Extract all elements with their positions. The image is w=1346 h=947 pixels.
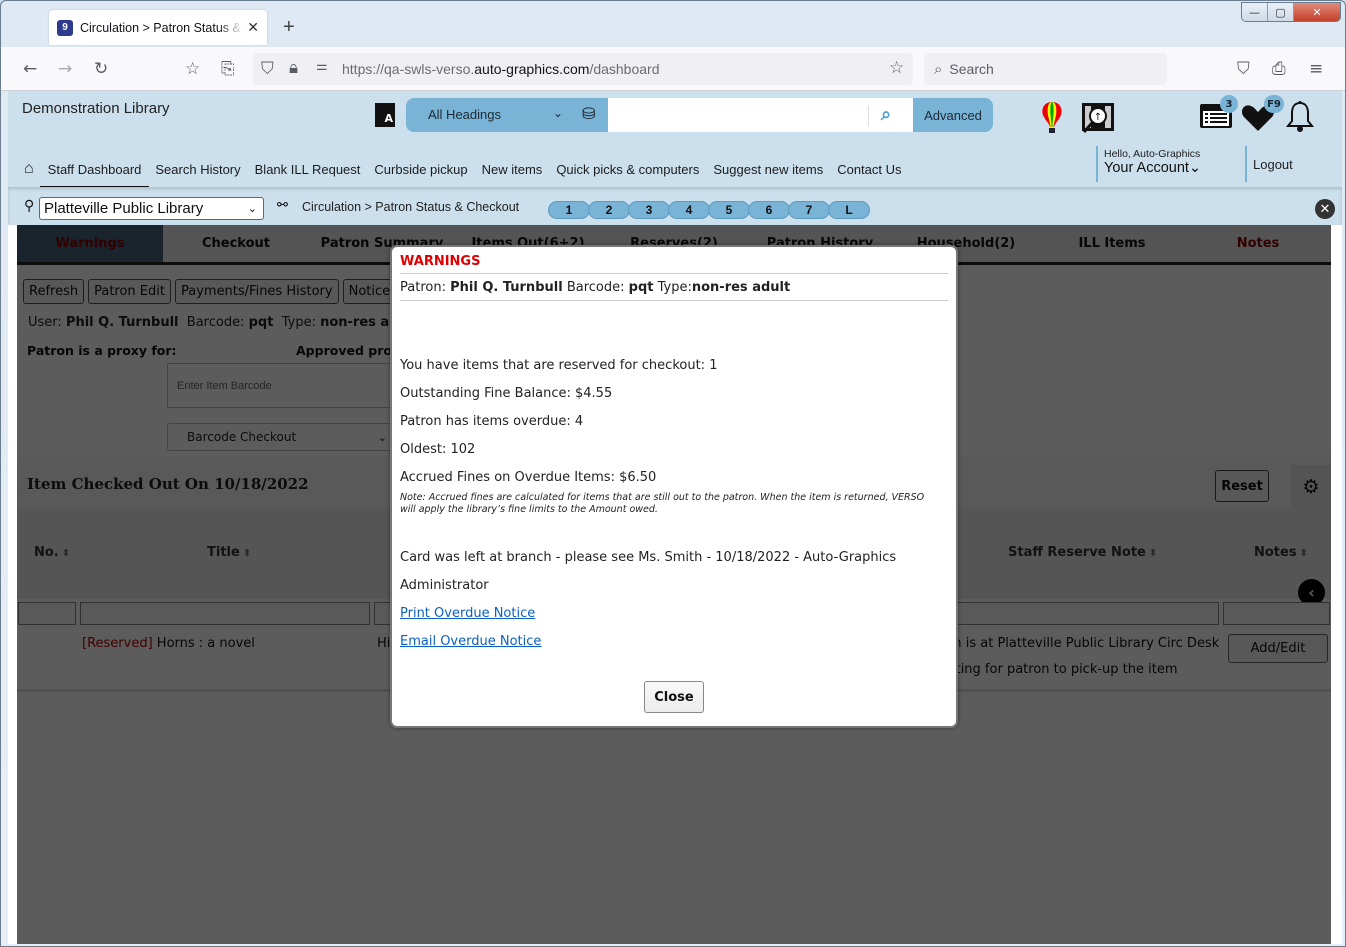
library-name: Demonstration Library [22,100,170,117]
tab-title: Circulation > Patron Status & Checkout [80,20,243,35]
close-tab-icon[interactable]: ✕ [247,19,259,36]
accrued-fines-warning: Accrued Fines on Overdue Items: $6.50 [400,470,657,485]
browser-search-bar[interactable]: ⌕ Search [924,53,1167,85]
advanced-search-button[interactable]: Advanced [913,98,993,132]
patron-label: Patron: [400,280,446,295]
nav-suggest-new-items[interactable]: Suggest new items [713,151,823,187]
oldest-overdue-warning: Oldest: 102 [400,442,476,457]
nav-contact-us[interactable]: Contact Us [837,151,901,187]
fine-balance-warning: Outstanding Fine Balance: $4.55 [400,386,613,401]
browser-navbar: ← → ↻ ☆ ⎘ ⛉ 🔒︎ ⚌ https://qa-swls-verso.a… [1,47,1345,91]
patron-message-line-2: Administrator [400,578,489,593]
share-icon[interactable]: ⎘ [221,59,235,79]
menu-icon[interactable]: ≡ [1309,59,1323,79]
accrued-fines-note: Note: Accrued fines are calculated for i… [400,492,925,515]
close-button[interactable]: Close [644,681,704,713]
logout-link[interactable]: Logout [1245,146,1293,182]
chevron-down-icon: ⌄ [247,203,257,215]
browser-window: 9 Circulation > Patron Status & Checkout… [0,0,1346,947]
session-pill[interactable]: L [828,201,870,219]
modal-title: WARNINGS [400,254,481,269]
main-nav: ⌂ Staff Dashboard Search History Blank I… [8,151,916,189]
favorites-badge: F9 [1264,95,1284,113]
breadcrumb: Circulation > Patron Status & Checkout [302,200,520,214]
browser-titlebar: 9 Circulation > Patron Status & Checkout… [1,1,1345,47]
session-pill[interactable]: 1 [548,201,590,219]
back-icon[interactable]: ← [23,59,37,79]
site-header: Demonstration Library A All Headings ⌄ ⛁… [8,91,1342,189]
window-controls: — ▢ ✕ [1241,2,1341,22]
list-count-badge: 3 [1220,95,1238,113]
nav-curbside-pickup[interactable]: Curbside pickup [374,151,467,187]
divider [400,300,948,301]
nav-staff-dashboard[interactable]: Staff Dashboard [39,151,150,189]
forward-icon[interactable]: → [58,59,72,79]
session-pill[interactable]: 6 [748,201,790,219]
maximize-button[interactable]: ▢ [1268,3,1294,21]
barcode-value: pqt [628,280,654,295]
session-pill[interactable]: 2 [588,201,630,219]
nav-search-history[interactable]: Search History [155,151,240,187]
email-overdue-notice-link[interactable]: Email Overdue Notice [400,634,541,649]
session-pills: 1 2 3 4 5 6 7 L [548,201,870,219]
home-icon[interactable]: ⌂ [24,160,34,178]
database-icon[interactable]: ⛁ [582,104,595,123]
patron-name: Phil Q. Turnbull [450,280,563,295]
lock-icon[interactable]: 🔒︎ [289,58,298,78]
url-text[interactable]: https://qa-swls-verso.auto-graphics.com/… [342,61,660,77]
reload-icon[interactable]: ↻ [94,59,108,79]
nav-quick-picks[interactable]: Quick picks & computers [556,151,699,187]
pocket-icon[interactable]: ⛉ [1237,59,1250,79]
divider [400,273,948,274]
your-account-link[interactable]: Your Account⌄ [1104,160,1246,176]
type-value: non-res adult [691,280,791,295]
location-select[interactable]: Platteville Public Library ⌄ [39,197,264,220]
close-window-button[interactable]: ✕ [1294,3,1340,21]
scanner-search-icon[interactable]: ↑ [1081,101,1115,134]
account-menu[interactable]: Hello, Auto-Graphics Your Account⌄ [1096,146,1246,182]
browser-tab[interactable]: 9 Circulation > Patron Status & Checkout… [49,10,267,45]
type-label: Type: [657,280,692,295]
session-pill[interactable]: 7 [788,201,830,219]
location-pin-icon: ⚲ [24,198,35,214]
print-overdue-notice-link[interactable]: Print Overdue Notice [400,606,535,621]
patron-message-line-1: Card was left at branch - please see Ms.… [400,550,897,565]
search-icon[interactable]: ⌕ [881,104,891,125]
bell-icon[interactable] [1285,100,1315,134]
modal-patron-line: Patron: Phil Q. Turnbull Barcode: pqt Ty… [400,280,790,295]
nav-new-items[interactable]: New items [482,151,543,187]
warnings-modal: WARNINGS Patron: Phil Q. Turnbull Barcod… [390,245,958,728]
svg-text:↑: ↑ [1094,112,1102,123]
chevron-down-icon[interactable]: ⌄ [553,106,563,120]
search-icon: ⌕ [934,60,943,78]
star-icon[interactable]: ☆ [889,58,904,78]
search-scope-select[interactable]: All Headings [428,107,501,122]
print-icon[interactable]: ⎙ [1272,59,1286,79]
link-icon: ⚯ [277,198,288,213]
browser-search-placeholder: Search [949,61,994,77]
minimize-button[interactable]: — [1242,3,1268,21]
barcode-label: Barcode: [566,280,625,295]
hot-air-balloon-icon[interactable] [1040,101,1064,135]
session-pill[interactable]: 3 [628,201,670,219]
shield-icon[interactable]: ⛉ [261,59,274,79]
permissions-icon[interactable]: ⚌ [316,59,328,74]
bookmark-page-icon[interactable]: ☆ [185,59,200,79]
nav-blank-ill-request[interactable]: Blank ILL Request [255,151,361,187]
session-pill[interactable]: 5 [708,201,750,219]
session-pill[interactable]: 4 [668,201,710,219]
overdue-items-warning: Patron has items overdue: 4 [400,414,584,429]
reserved-items-warning: You have items that are reserved for che… [400,358,718,373]
url-bar[interactable]: ⛉ 🔒︎ ⚌ https://qa-swls-verso.auto-graphi… [253,53,913,85]
search-group: All Headings ⌄ ⛁ ⌕ Advanced [406,98,993,132]
search-divider [868,106,869,126]
favicon-icon: 9 [57,19,73,36]
close-session-icon[interactable]: ✕ [1315,199,1335,219]
language-icon[interactable]: A [375,103,395,127]
new-tab-button[interactable]: + [283,16,295,39]
account-greeting: Hello, Auto-Graphics [1104,148,1201,160]
location-value: Platteville Public Library [44,200,204,217]
